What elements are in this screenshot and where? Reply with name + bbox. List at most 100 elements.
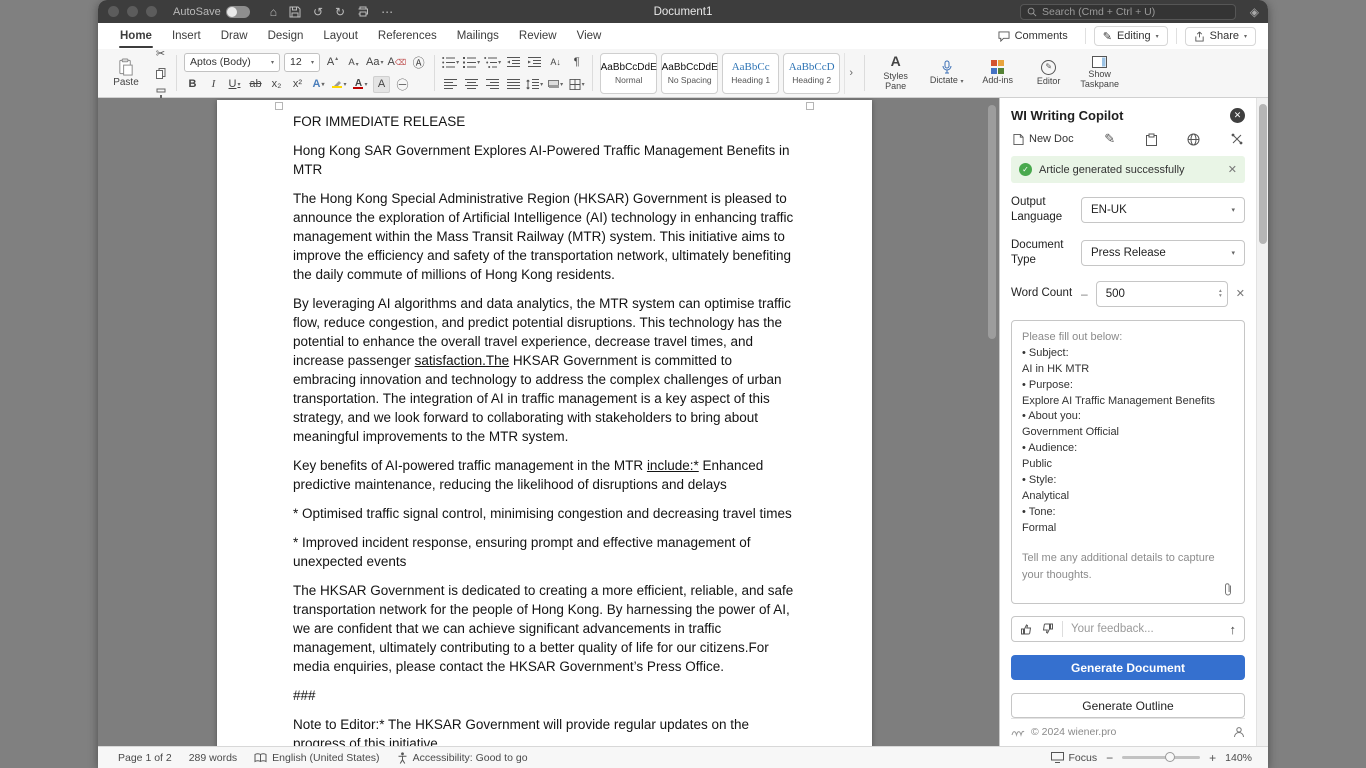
enclose-characters-icon[interactable]: Ⓐ bbox=[410, 54, 427, 71]
strikethrough-icon[interactable]: ab bbox=[247, 76, 264, 93]
accessibility-status[interactable]: Accessibility: Good to go bbox=[397, 752, 528, 764]
zoom-level[interactable]: 140% bbox=[1225, 752, 1252, 764]
shrink-font-icon[interactable]: A ▾ bbox=[345, 54, 362, 71]
undo-icon[interactable]: ↺ bbox=[313, 5, 323, 19]
styles-pane-button[interactable]: A Styles Pane bbox=[872, 54, 919, 91]
editor-button[interactable]: ✎ Editor bbox=[1025, 59, 1072, 87]
tab-references[interactable]: References bbox=[368, 23, 447, 49]
borders-icon[interactable]: ▾ bbox=[568, 76, 585, 93]
feedback-input[interactable] bbox=[1071, 623, 1222, 636]
more-commands-icon[interactable]: ⋯ bbox=[381, 5, 393, 19]
tab-home[interactable]: Home bbox=[110, 23, 162, 49]
underline-icon[interactable]: U ▾ bbox=[226, 76, 243, 93]
autosave-control[interactable]: AutoSave bbox=[173, 5, 250, 18]
redo-icon[interactable]: ↻ bbox=[335, 5, 345, 19]
styles-gallery-more-button[interactable]: › bbox=[844, 52, 857, 94]
document-type-select[interactable]: Press Release ▾ bbox=[1081, 239, 1245, 266]
attach-file-icon[interactable] bbox=[1222, 582, 1234, 597]
clear-formatting-icon[interactable]: A ⌫ bbox=[387, 54, 406, 71]
circle-character-icon[interactable]: ㊀ bbox=[394, 76, 411, 93]
home-icon[interactable]: ⌂ bbox=[270, 5, 277, 19]
shading-icon[interactable]: ▾ bbox=[547, 76, 564, 93]
word-count-clear-button[interactable]: ✕ bbox=[1236, 287, 1245, 300]
titlebar-search[interactable]: Search (Cmd + Ctrl + U) bbox=[1020, 3, 1236, 20]
font-size-combo[interactable]: 12 ▾ bbox=[284, 52, 320, 72]
tab-insert[interactable]: Insert bbox=[162, 23, 211, 49]
close-window-button[interactable] bbox=[108, 6, 119, 17]
document-canvas[interactable]: FOR IMMEDIATE RELEASE Hong Kong SAR Gove… bbox=[98, 98, 999, 746]
tab-design[interactable]: Design bbox=[258, 23, 314, 49]
subscript-icon[interactable]: x₂ bbox=[268, 76, 285, 93]
panel-scrollbar[interactable] bbox=[1256, 98, 1268, 746]
autosave-toggle[interactable] bbox=[225, 5, 250, 18]
increase-indent-icon[interactable] bbox=[526, 54, 543, 71]
text-effects-icon[interactable]: A ▾ bbox=[310, 76, 327, 93]
style-heading-1[interactable]: AaBbCc Heading 1 bbox=[722, 52, 780, 94]
page-indicator[interactable]: Page 1 of 2 bbox=[118, 752, 172, 764]
font-color-icon[interactable]: A ▾ bbox=[352, 76, 369, 93]
save-icon[interactable] bbox=[289, 6, 301, 18]
align-left-icon[interactable] bbox=[442, 76, 459, 93]
zoom-slider[interactable] bbox=[1122, 752, 1201, 762]
show-formatting-marks-icon[interactable]: ¶ bbox=[568, 54, 585, 71]
panel-scrollbar-thumb[interactable] bbox=[1259, 104, 1267, 244]
close-panel-button[interactable]: ✕ bbox=[1230, 108, 1245, 123]
document-scrollbar-thumb[interactable] bbox=[988, 105, 996, 339]
fullscreen-window-button[interactable] bbox=[146, 6, 157, 17]
comments-button[interactable]: Comments bbox=[988, 26, 1077, 46]
dictate-button[interactable]: Dictate ▾ bbox=[923, 60, 970, 86]
numbered-list-icon[interactable]: ▾ bbox=[463, 54, 480, 71]
word-count-stepper[interactable]: ▴ ▾ bbox=[1219, 288, 1222, 299]
tab-view[interactable]: View bbox=[567, 23, 612, 49]
font-name-combo[interactable]: Aptos (Body) ▾ bbox=[184, 52, 280, 72]
line-spacing-icon[interactable]: ▾ bbox=[526, 76, 543, 93]
multilevel-list-icon[interactable]: ▾ bbox=[484, 54, 501, 71]
word-count-input[interactable] bbox=[1105, 287, 1220, 300]
editing-mode-button[interactable]: ✎ Editing ▾ bbox=[1093, 26, 1168, 46]
generate-document-button[interactable]: Generate Document bbox=[1011, 655, 1245, 681]
focus-mode-button[interactable]: Focus bbox=[1050, 752, 1097, 764]
send-feedback-icon[interactable]: ↑ bbox=[1230, 622, 1237, 637]
sort-icon[interactable]: A↓ bbox=[547, 54, 564, 71]
rewrite-icon[interactable]: ✎ bbox=[1104, 131, 1115, 147]
bold-icon[interactable]: B bbox=[184, 76, 201, 93]
tab-mailings[interactable]: Mailings bbox=[447, 23, 509, 49]
minimize-window-button[interactable] bbox=[127, 6, 138, 17]
word-count-indicator[interactable]: 289 words bbox=[189, 752, 237, 764]
thumbs-up-icon[interactable] bbox=[1020, 623, 1033, 635]
document-page[interactable]: FOR IMMEDIATE RELEASE Hong Kong SAR Gove… bbox=[217, 100, 872, 746]
output-language-select[interactable]: EN-UK ▾ bbox=[1081, 196, 1245, 223]
justify-icon[interactable] bbox=[505, 76, 522, 93]
share-button[interactable]: Share ▾ bbox=[1184, 26, 1256, 46]
copy-icon[interactable] bbox=[152, 65, 169, 82]
bullet-list-icon[interactable]: ▾ bbox=[442, 54, 459, 71]
style-heading-2[interactable]: AaBbCcD Heading 2 bbox=[783, 52, 841, 94]
zoom-out-button[interactable]: − bbox=[1106, 751, 1113, 765]
tab-draw[interactable]: Draw bbox=[211, 23, 258, 49]
highlight-color-icon[interactable]: ▾ bbox=[331, 76, 348, 93]
proofing-status[interactable]: English (United States) bbox=[254, 752, 380, 764]
style-no-spacing[interactable]: AaBbCcDdE No Spacing bbox=[661, 52, 719, 94]
grow-font-icon[interactable]: A ▴ bbox=[324, 54, 341, 71]
generate-outline-button[interactable]: Generate Outline bbox=[1011, 693, 1245, 718]
copilot-titlebar-icon[interactable]: ◈ bbox=[1250, 5, 1259, 19]
clipboard-icon[interactable] bbox=[1145, 133, 1157, 146]
paste-button[interactable]: Paste bbox=[106, 58, 146, 88]
word-count-decrease-button[interactable]: – bbox=[1081, 287, 1088, 301]
align-center-icon[interactable] bbox=[463, 76, 480, 93]
change-case-icon[interactable]: Aa ▾ bbox=[366, 54, 383, 71]
translate-icon[interactable] bbox=[1187, 133, 1200, 146]
style-normal[interactable]: AaBbCcDdE Normal bbox=[600, 52, 658, 94]
tab-layout[interactable]: Layout bbox=[313, 23, 368, 49]
new-doc-button[interactable]: New Doc bbox=[1013, 133, 1074, 146]
account-icon[interactable] bbox=[1233, 726, 1245, 738]
zoom-slider-thumb[interactable] bbox=[1165, 752, 1176, 762]
toast-close-icon[interactable]: ✕ bbox=[1228, 163, 1237, 176]
thumbs-down-icon[interactable] bbox=[1041, 623, 1054, 635]
zoom-in-button[interactable]: + bbox=[1209, 751, 1216, 765]
prompt-textarea[interactable]: Please fill out below: • Subject: AI in … bbox=[1011, 319, 1245, 604]
tab-review[interactable]: Review bbox=[509, 23, 567, 49]
align-right-icon[interactable] bbox=[484, 76, 501, 93]
decrease-indent-icon[interactable] bbox=[505, 54, 522, 71]
print-icon[interactable] bbox=[357, 6, 369, 17]
